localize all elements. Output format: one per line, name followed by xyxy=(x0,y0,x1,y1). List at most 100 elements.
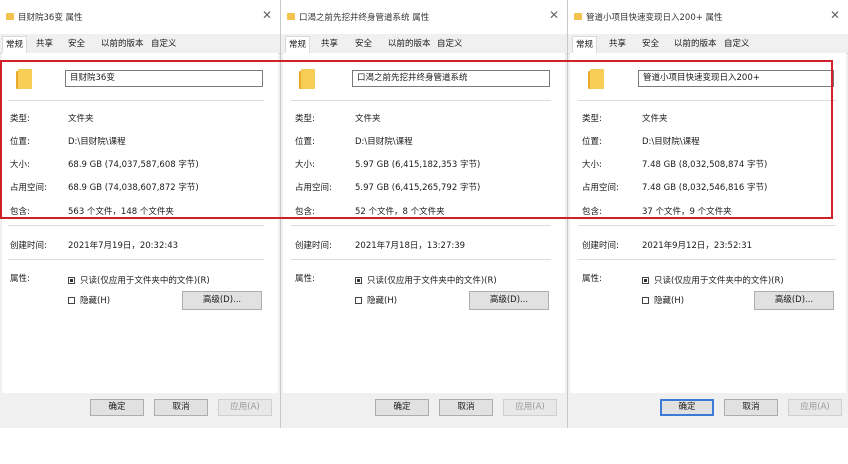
readonly-checkbox[interactable] xyxy=(355,277,362,284)
contains-label: 包含: xyxy=(582,207,602,217)
size-on-disk-label: 占用空间: xyxy=(582,183,619,193)
divider xyxy=(578,259,836,260)
tab-previous-versions[interactable]: 以前的版本 xyxy=(385,37,434,52)
divider xyxy=(291,259,551,260)
size-value: 68.9 GB (74,037,587,608 字节) xyxy=(68,160,199,170)
apply-button[interactable]: 应用(A) xyxy=(788,399,842,416)
ok-button[interactable]: 确定 xyxy=(660,399,714,416)
cancel-button[interactable]: 取消 xyxy=(724,399,778,416)
hidden-checkbox[interactable] xyxy=(642,297,649,304)
window-title: 目财院36变 属性 xyxy=(18,13,83,23)
tab-customize[interactable]: 自定义 xyxy=(721,37,753,52)
divider xyxy=(291,100,551,101)
hidden-checkbox[interactable] xyxy=(68,297,75,304)
contains-label: 包含: xyxy=(10,207,30,217)
general-panel: 口渴之前先挖井终身管道系统 类型: 文件夹 位置: D:\目财院\课程 大小: … xyxy=(283,53,565,393)
window-title: 管道小项目快速变现日入200+ 属性 xyxy=(586,13,723,23)
folder-icon xyxy=(574,13,582,20)
divider xyxy=(578,100,836,101)
tab-sharing[interactable]: 共享 xyxy=(33,37,56,52)
folder-icon xyxy=(588,69,604,89)
ok-button[interactable]: 确定 xyxy=(90,399,144,416)
tab-previous-versions[interactable]: 以前的版本 xyxy=(98,37,147,52)
title-bar[interactable]: 口渴之前先挖井终身管道系统 属性 ✕ xyxy=(281,0,567,34)
contains-value: 37 个文件，9 个文件夹 xyxy=(642,207,732,217)
folder-icon xyxy=(287,13,295,20)
size-on-disk-label: 占用空间: xyxy=(10,183,47,193)
folder-icon xyxy=(16,69,32,89)
attributes-label: 属性: xyxy=(10,274,30,284)
divider xyxy=(8,259,264,260)
created-label: 创建时间: xyxy=(10,241,47,251)
advanced-button[interactable]: 高级(D)... xyxy=(469,291,549,310)
size-on-disk-value: 5.97 GB (6,415,265,792 字节) xyxy=(355,183,481,193)
created-value: 2021年9月12日，23:52:31 xyxy=(642,241,753,251)
tab-security[interactable]: 安全 xyxy=(65,37,88,52)
hidden-checkbox[interactable] xyxy=(355,297,362,304)
folder-name-input[interactable]: 管道小项目快速变现日入200+ xyxy=(638,70,834,87)
tab-customize[interactable]: 自定义 xyxy=(148,37,180,52)
divider xyxy=(578,225,836,226)
folder-icon xyxy=(299,69,315,89)
close-icon[interactable]: ✕ xyxy=(549,8,559,22)
location-value: D:\目财院\课程 xyxy=(355,137,413,147)
size-value: 5.97 GB (6,415,182,353 字节) xyxy=(355,160,481,170)
tab-sharing[interactable]: 共享 xyxy=(318,37,341,52)
tab-bar: 常规 共享 安全 以前的版本 自定义 xyxy=(281,36,567,55)
created-value: 2021年7月19日，20:32:43 xyxy=(68,241,179,251)
advanced-button[interactable]: 高级(D)... xyxy=(754,291,834,310)
tab-customize[interactable]: 自定义 xyxy=(434,37,466,52)
general-panel: 管道小项目快速变现日入200+ 类型: 文件夹 位置: D:\目财院\课程 大小… xyxy=(570,53,846,393)
hidden-label: 隐藏(H) xyxy=(80,296,111,306)
size-on-disk-value: 68.9 GB (74,038,607,872 字节) xyxy=(68,183,199,193)
type-label: 类型: xyxy=(582,114,602,124)
button-bar: 确定 取消 应用(A) xyxy=(281,393,567,428)
contains-value: 563 个文件，148 个文件夹 xyxy=(68,207,174,217)
attributes-label: 属性: xyxy=(582,274,602,284)
folder-icon xyxy=(6,13,14,20)
apply-button[interactable]: 应用(A) xyxy=(218,399,272,416)
tab-security[interactable]: 安全 xyxy=(639,37,662,52)
location-label: 位置: xyxy=(582,137,602,147)
apply-button[interactable]: 应用(A) xyxy=(503,399,557,416)
hidden-label: 隐藏(H) xyxy=(367,296,398,306)
window-title: 口渴之前先挖井终身管道系统 属性 xyxy=(299,13,430,23)
contains-value: 52 个文件，8 个文件夹 xyxy=(355,207,445,217)
size-label: 大小: xyxy=(582,160,602,170)
size-on-disk-label: 占用空间: xyxy=(295,183,332,193)
close-icon[interactable]: ✕ xyxy=(830,8,840,22)
readonly-checkbox[interactable] xyxy=(642,277,649,284)
created-label: 创建时间: xyxy=(295,241,332,251)
close-icon[interactable]: ✕ xyxy=(262,8,272,22)
readonly-checkbox[interactable] xyxy=(68,277,75,284)
tab-bar: 常规 共享 安全 以前的版本 自定义 xyxy=(568,36,848,55)
location-value: D:\目财院\课程 xyxy=(642,137,700,147)
folder-name-input[interactable]: 目财院36变 xyxy=(65,70,263,87)
general-panel: 目财院36变 类型: 文件夹 位置: D:\目财院\课程 大小: 68.9 GB… xyxy=(2,53,278,393)
ok-button[interactable]: 确定 xyxy=(375,399,429,416)
advanced-button[interactable]: 高级(D)... xyxy=(182,291,262,310)
size-on-disk-value: 7.48 GB (8,032,546,816 字节) xyxy=(642,183,768,193)
folder-name-input[interactable]: 口渴之前先挖井终身管道系统 xyxy=(352,70,550,87)
cancel-button[interactable]: 取消 xyxy=(439,399,493,416)
button-bar: 确定 取消 应用(A) xyxy=(568,393,848,428)
tab-security[interactable]: 安全 xyxy=(352,37,375,52)
cancel-button[interactable]: 取消 xyxy=(154,399,208,416)
readonly-label: 只读(仅应用于文件夹中的文件)(R) xyxy=(654,276,784,286)
location-label: 位置: xyxy=(295,137,315,147)
size-label: 大小: xyxy=(10,160,30,170)
type-value: 文件夹 xyxy=(68,114,94,124)
type-value: 文件夹 xyxy=(355,114,381,124)
title-bar[interactable]: 目财院36变 属性 ✕ xyxy=(0,0,280,34)
tab-sharing[interactable]: 共享 xyxy=(606,37,629,52)
divider xyxy=(8,225,264,226)
title-bar[interactable]: 管道小项目快速变现日入200+ 属性 ✕ xyxy=(568,0,848,34)
tab-previous-versions[interactable]: 以前的版本 xyxy=(671,37,720,52)
type-value: 文件夹 xyxy=(642,114,668,124)
contains-label: 包含: xyxy=(295,207,315,217)
attributes-label: 属性: xyxy=(295,274,315,284)
properties-window-1: 目财院36变 属性 ✕ 常规 共享 安全 以前的版本 自定义 目财院36变 类型… xyxy=(0,0,281,428)
created-value: 2021年7月18日，13:27:39 xyxy=(355,241,466,251)
type-label: 类型: xyxy=(10,114,30,124)
properties-window-3: 管道小项目快速变现日入200+ 属性 ✕ 常规 共享 安全 以前的版本 自定义 … xyxy=(568,0,848,428)
